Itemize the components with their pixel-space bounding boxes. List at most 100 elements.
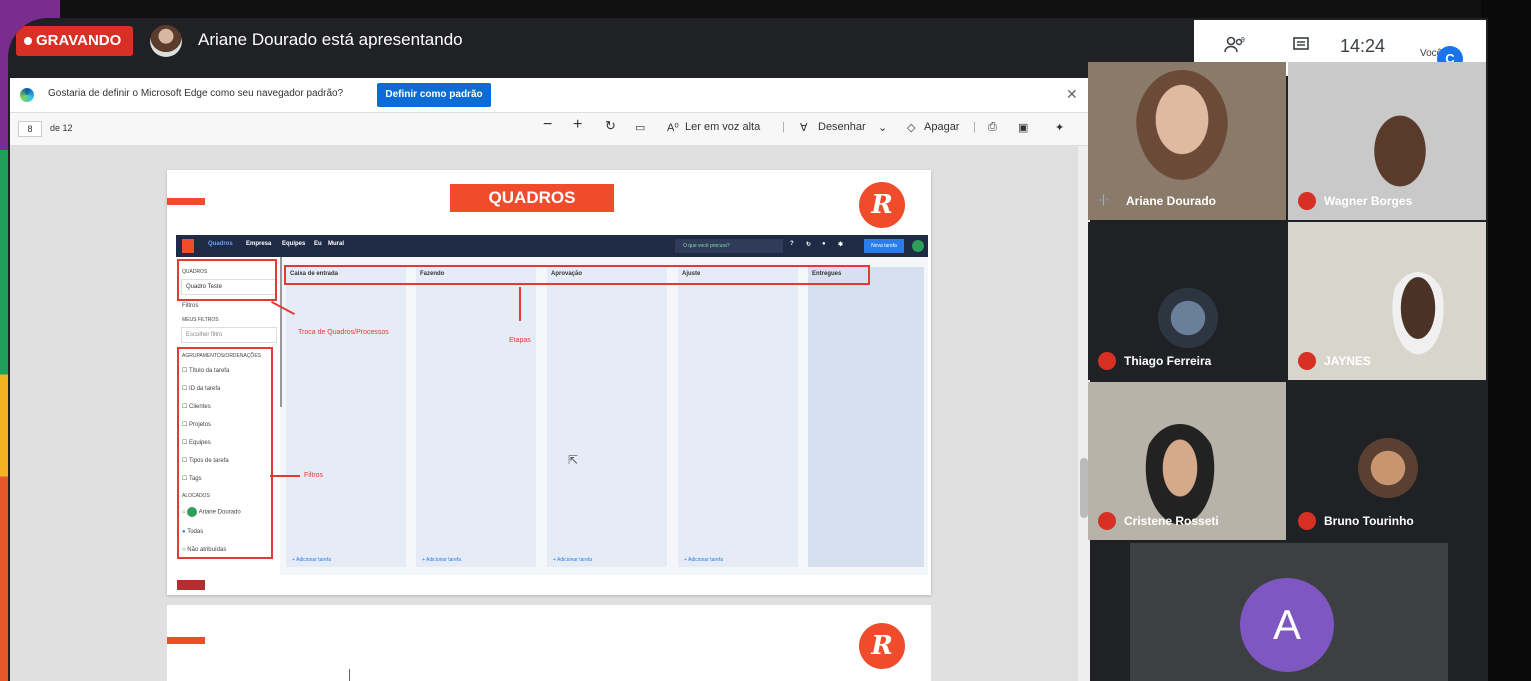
kanban-column: Entregues bbox=[808, 267, 924, 567]
edge-logo-icon bbox=[20, 88, 34, 102]
my-filters-label: MEUS FILTROS bbox=[182, 317, 219, 323]
nav-item-mural[interactable]: Mural bbox=[328, 241, 344, 247]
annotation-arrow bbox=[519, 287, 521, 321]
participant-name: JAYNES bbox=[1324, 354, 1371, 368]
chevron-down-icon[interactable]: ⌄ bbox=[878, 121, 887, 134]
mic-off-icon bbox=[1098, 512, 1116, 530]
add-task-link[interactable]: + Adicionar tarefa bbox=[553, 557, 592, 563]
nav-item-equipes[interactable]: Equipes bbox=[282, 241, 305, 247]
pin-icon[interactable]: ✦ bbox=[1055, 121, 1064, 134]
slide-divider bbox=[349, 669, 350, 681]
participant-name: Ariane Dourado bbox=[1126, 194, 1217, 208]
shared-screen: Gostaria de definir o Microsoft Edge com… bbox=[10, 78, 1090, 681]
annotation-arrow bbox=[270, 475, 300, 477]
fit-page-icon[interactable]: ▭ bbox=[635, 121, 645, 134]
toolbar-divider: | bbox=[782, 121, 785, 133]
annotation-box-boards bbox=[177, 259, 277, 301]
pdf-toolbar: 8 de 12 − + ↻ ▭ A⁰ Ler em voz alta | ∀ D… bbox=[10, 113, 1090, 146]
slide-accent-line bbox=[167, 637, 205, 644]
mic-off-icon bbox=[1298, 352, 1316, 370]
erase-button[interactable]: Apagar bbox=[924, 121, 959, 133]
people-icon[interactable]: 9 bbox=[1224, 36, 1246, 59]
participant-avatar bbox=[1158, 288, 1218, 348]
annotation-boards-text: Troca de Quadros/Processos bbox=[298, 329, 389, 336]
participant-name: Bruno Tourinho bbox=[1324, 514, 1414, 528]
participant-name: Wagner Borges bbox=[1324, 194, 1413, 208]
participant-tile[interactable]: Cristene Rosseti bbox=[1088, 382, 1286, 540]
add-task-link[interactable]: + Adicionar tarefa bbox=[292, 557, 331, 563]
participant-video bbox=[1136, 70, 1228, 180]
app-body: QUADROS Quadro Teste Filtros MEUS FILTRO… bbox=[176, 257, 928, 575]
draw-icon[interactable]: ∀ bbox=[800, 121, 808, 134]
participant-tile[interactable]: Bruno Tourinho bbox=[1288, 382, 1486, 540]
recording-label: GRAVANDO bbox=[36, 32, 122, 49]
app-navbar: Quadros Empresa Equipes Eu Mural O que v… bbox=[176, 235, 928, 257]
participant-avatar bbox=[1358, 438, 1418, 498]
set-default-button[interactable]: Definir como padrão bbox=[377, 83, 491, 107]
mic-off-icon bbox=[1298, 192, 1316, 210]
new-task-button[interactable]: Nova tarefa bbox=[864, 239, 904, 253]
add-task-link[interactable]: + Adicionar tarefa bbox=[684, 557, 723, 563]
participant-video bbox=[1388, 272, 1448, 362]
participant-tile[interactable]: ·|· Ariane Dourado bbox=[1088, 62, 1286, 220]
read-aloud-button[interactable]: Ler em voz alta bbox=[685, 121, 760, 133]
participant-avatar-letter: A bbox=[1240, 578, 1334, 672]
app-search-input[interactable]: O que você procura? bbox=[675, 239, 783, 253]
app-logo-icon bbox=[182, 239, 194, 253]
user-avatar[interactable] bbox=[912, 240, 924, 252]
nav-item-quadros[interactable]: Quadros bbox=[208, 241, 233, 247]
chat-icon[interactable] bbox=[1292, 36, 1310, 59]
presenter-text: Ariane Dourado está apresentando bbox=[198, 30, 463, 49]
kanban-column: Aprovação + Adicionar tarefa bbox=[547, 267, 667, 567]
filters-label[interactable]: Filtros bbox=[182, 303, 198, 309]
zoom-out-icon[interactable]: − bbox=[543, 116, 552, 134]
draw-button[interactable]: Desenhar bbox=[818, 121, 866, 133]
refresh-icon[interactable]: ↻ bbox=[806, 241, 811, 248]
nav-item-empresa[interactable]: Empresa bbox=[246, 241, 271, 247]
clock-time: 14:24 bbox=[1340, 36, 1386, 56]
presenter-avatar bbox=[150, 25, 182, 57]
settings-icon[interactable]: ✱ bbox=[838, 241, 843, 248]
participant-name: Thiago Ferreira bbox=[1124, 354, 1212, 368]
slide-page-next: R bbox=[167, 605, 931, 681]
rotate-icon[interactable]: ↻ bbox=[605, 118, 616, 134]
zoom-in-icon[interactable]: + bbox=[573, 116, 582, 134]
participant-video bbox=[1360, 106, 1440, 206]
slide-page: QUADROS R Quadros Empresa Equipes Eu Mur… bbox=[167, 170, 931, 595]
recording-badge: GRAVANDO bbox=[16, 26, 134, 56]
print-icon[interactable]: ⎙ bbox=[988, 121, 997, 134]
slide-title: QUADROS bbox=[450, 184, 614, 212]
participant-tile[interactable]: Thiago Ferreira bbox=[1088, 222, 1286, 380]
annotation-box-filters bbox=[177, 347, 273, 559]
bell-icon[interactable]: ● bbox=[822, 241, 826, 247]
annotation-box-stages bbox=[284, 265, 870, 285]
nav-item-eu[interactable]: Eu bbox=[314, 241, 322, 247]
add-task-link[interactable]: + Adicionar tarefa bbox=[422, 557, 461, 563]
read-aloud-icon[interactable]: A⁰ bbox=[667, 121, 679, 134]
brand-logo: R bbox=[859, 623, 905, 669]
help-icon[interactable]: ? bbox=[790, 241, 794, 247]
edge-default-browser-bar: Gostaria de definir o Microsoft Edge com… bbox=[10, 78, 1090, 113]
speaking-icon: ·|· bbox=[1098, 192, 1110, 206]
participant-tile[interactable]: Wagner Borges bbox=[1288, 62, 1486, 220]
page-total: de 12 bbox=[50, 123, 73, 133]
sidebar-scrollbar bbox=[280, 257, 282, 407]
edge-prompt-text: Gostaria de definir o Microsoft Edge com… bbox=[48, 88, 344, 99]
svg-text:9: 9 bbox=[1241, 37, 1245, 44]
save-icon[interactable]: ▣ bbox=[1018, 121, 1028, 134]
brand-logo: R bbox=[859, 182, 905, 228]
mic-off-icon bbox=[1098, 352, 1116, 370]
page-number-input[interactable]: 8 bbox=[18, 121, 42, 137]
meet-window: GRAVANDO Ariane Dourado está apresentand… bbox=[8, 18, 1488, 681]
toolbar-divider: | bbox=[973, 121, 976, 133]
kanban-column: Caixa de entrada + Adicionar tarefa bbox=[286, 267, 406, 567]
mic-off-icon bbox=[1298, 512, 1316, 530]
filter-select[interactable]: Escolher filtro bbox=[181, 327, 277, 343]
participant-tile[interactable]: JAYNES bbox=[1288, 222, 1486, 380]
eraser-icon[interactable]: ◇ bbox=[907, 121, 915, 134]
annotation-filters-text: Filtros bbox=[304, 472, 324, 479]
close-icon[interactable]: ✕ bbox=[1066, 86, 1078, 103]
scrollbar-thumb[interactable] bbox=[1080, 458, 1088, 518]
cursor-icon: ⇱ bbox=[568, 453, 579, 467]
kanban-column: Fazendo + Adicionar tarefa bbox=[416, 267, 536, 567]
